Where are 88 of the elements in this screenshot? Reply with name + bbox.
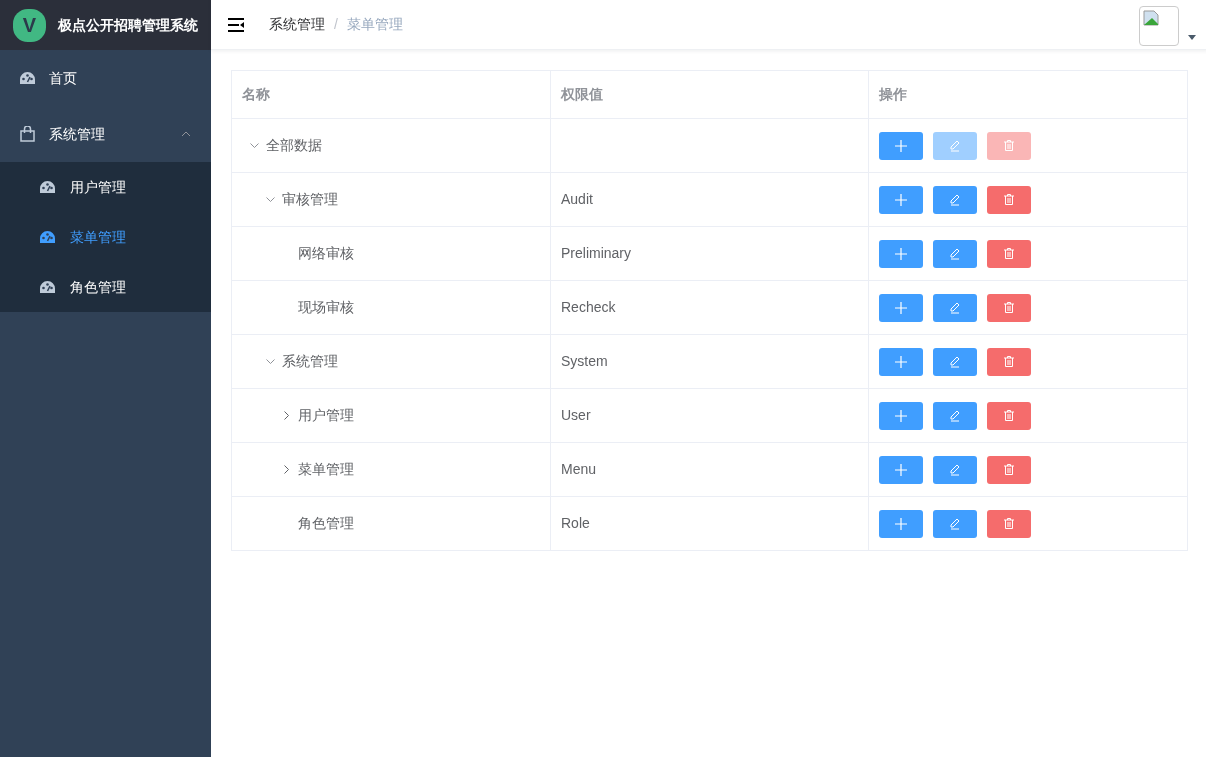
trash-icon	[1004, 194, 1014, 205]
delete-button[interactable]	[987, 401, 1031, 430]
permission-cell: User	[561, 407, 591, 423]
delete-button[interactable]	[987, 185, 1031, 214]
trash-icon	[1004, 248, 1014, 259]
pencil-icon	[949, 301, 961, 314]
plus-icon	[895, 463, 907, 476]
sidebar-subitem[interactable]: 菜单管理	[0, 212, 211, 262]
delete-button[interactable]	[987, 293, 1031, 322]
name-cell-text: 审核管理	[282, 190, 338, 209]
app-title: 极点公开招聘管理系统	[58, 15, 198, 35]
name-cell-text: 菜单管理	[298, 460, 354, 479]
add-button[interactable]	[879, 455, 923, 484]
add-button[interactable]	[879, 185, 923, 214]
sidebar-subitem[interactable]: 用户管理	[0, 162, 211, 212]
trash-icon	[1004, 302, 1014, 313]
edit-button[interactable]	[933, 401, 977, 430]
permission-cell: Preliminary	[561, 245, 631, 261]
name-cell-text: 现场审核	[298, 298, 354, 317]
trash-icon	[1004, 410, 1014, 421]
gauge-icon	[20, 72, 35, 84]
add-button[interactable]	[879, 293, 923, 322]
permission-cell: Role	[561, 515, 590, 531]
plus-icon	[895, 247, 907, 260]
plus-icon	[895, 355, 907, 368]
delete-button[interactable]	[987, 347, 1031, 376]
sidebar-item[interactable]: 首页	[0, 50, 211, 106]
trash-icon	[1004, 518, 1014, 529]
delete-button[interactable]	[987, 455, 1031, 484]
pencil-icon	[949, 193, 961, 206]
pencil-icon	[949, 139, 961, 152]
chevron-down-icon[interactable]	[265, 197, 275, 202]
edit-button[interactable]	[933, 455, 977, 484]
pencil-icon	[949, 355, 961, 368]
edit-button[interactable]	[933, 509, 977, 538]
gauge-icon	[40, 231, 55, 243]
chevron-down-icon[interactable]	[249, 143, 259, 148]
plus-icon	[895, 517, 907, 530]
caret-icon[interactable]	[1188, 34, 1196, 40]
name-cell-text: 全部数据	[266, 136, 322, 155]
menu-icon[interactable]	[228, 17, 244, 32]
chevron-down-icon[interactable]	[265, 359, 275, 364]
permission-cell: Recheck	[561, 299, 616, 315]
avatar-image[interactable]	[1139, 5, 1179, 46]
plus-icon	[895, 193, 907, 206]
delete-button[interactable]	[987, 239, 1031, 268]
chevron-right-icon[interactable]	[283, 411, 289, 420]
name-cell-text: 角色管理	[298, 514, 354, 533]
pencil-icon	[949, 409, 961, 422]
chevron-icon	[181, 131, 191, 137]
delete-button[interactable]	[987, 509, 1031, 538]
permission-cell: Menu	[561, 461, 597, 477]
pencil-icon	[949, 247, 961, 260]
gauge-icon	[40, 181, 55, 193]
sidebar-subitem[interactable]: 角色管理	[0, 262, 211, 312]
column-header: 操作	[868, 70, 1188, 119]
edit-button[interactable]	[933, 239, 977, 268]
name-cell-text: 网络审核	[298, 244, 354, 263]
chevron-right-icon[interactable]	[283, 465, 289, 474]
breadcrumb-item: 菜单管理	[346, 15, 403, 34]
breadcrumb-separator: /	[334, 15, 338, 34]
edit-button[interactable]	[933, 347, 977, 376]
gauge-icon	[40, 281, 55, 293]
logo-icon: V	[13, 8, 46, 42]
add-button[interactable]	[879, 509, 923, 538]
add-button[interactable]	[879, 239, 923, 268]
trash-icon	[1004, 140, 1014, 151]
bag-icon	[20, 126, 35, 142]
edit-button[interactable]	[933, 293, 977, 322]
permission-cell: Audit	[561, 191, 593, 207]
plus-icon	[895, 409, 907, 422]
plus-icon	[895, 301, 907, 314]
column-header: 名称	[231, 70, 551, 119]
sidebar-item[interactable]: 系统管理	[0, 106, 211, 162]
add-button[interactable]	[879, 401, 923, 430]
add-button[interactable]	[879, 347, 923, 376]
name-cell-text: 用户管理	[298, 406, 354, 425]
add-button[interactable]	[879, 131, 923, 160]
pencil-icon	[949, 463, 961, 476]
column-header: 权限值	[550, 70, 869, 119]
pencil-icon	[949, 517, 961, 530]
plus-icon	[895, 139, 907, 152]
name-cell-text: 系统管理	[282, 352, 338, 371]
breadcrumb-item[interactable]: 系统管理	[269, 14, 325, 35]
trash-icon	[1004, 464, 1014, 475]
permission-cell: System	[561, 353, 608, 369]
trash-icon	[1004, 356, 1014, 367]
edit-button[interactable]	[933, 185, 977, 214]
